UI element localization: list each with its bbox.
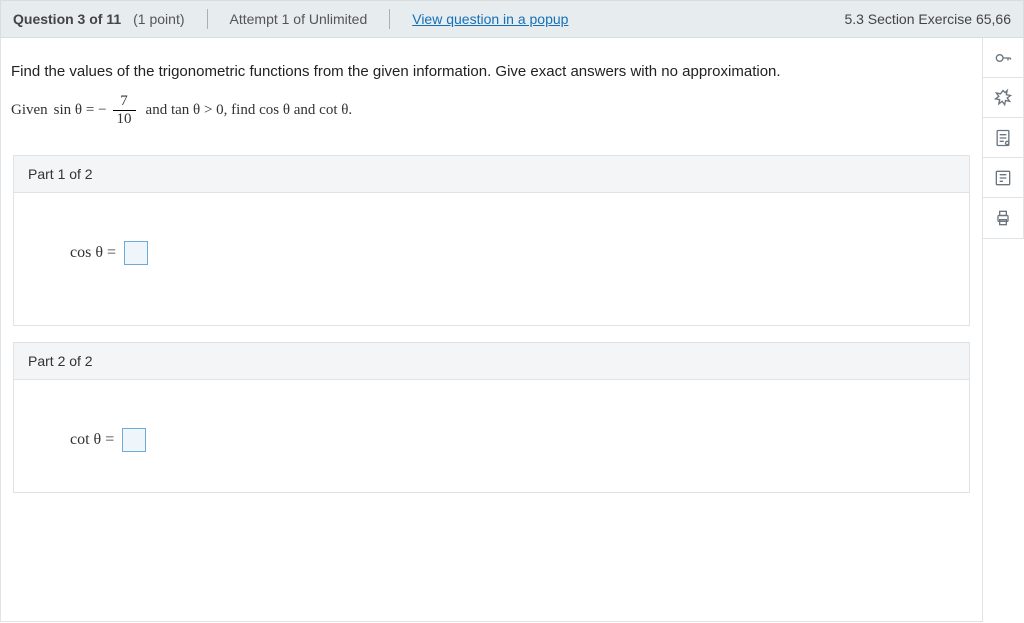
answer-input[interactable]	[124, 241, 148, 265]
divider	[389, 9, 390, 29]
print-icon	[993, 208, 1013, 228]
guided-icon	[993, 168, 1013, 188]
points-label: (1 point)	[133, 11, 184, 27]
answer-input[interactable]	[122, 428, 146, 452]
part-header: Part 1 of 2	[14, 156, 969, 193]
print-button[interactable]	[983, 198, 1023, 238]
main-panel: Find the values of the trigonometric fun…	[0, 38, 983, 622]
guided-solution-button[interactable]	[983, 158, 1023, 198]
hint-icon	[993, 88, 1013, 108]
notes-button[interactable]	[983, 118, 1023, 158]
given-prefix: Given	[11, 102, 48, 119]
problem-instruction: Find the values of the trigonometric fun…	[1, 38, 982, 90]
key-icon	[993, 48, 1013, 68]
divider	[207, 9, 208, 29]
part-box: Part 2 of 2 cot θ =	[13, 342, 970, 493]
part-header: Part 2 of 2	[14, 343, 969, 380]
fraction-denominator: 10	[113, 110, 136, 127]
key-button[interactable]	[983, 38, 1023, 78]
given-statement: Given sin θ = − 7 10 and tan θ > 0, find…	[1, 90, 982, 147]
section-reference-label: 5.3 Section Exercise 65,66	[844, 11, 1011, 27]
given-suffix: and tan θ > 0, find cos θ and cot θ.	[146, 102, 353, 119]
sin-label: sin θ = −	[54, 102, 107, 119]
question-header-bar: Question 3 of 11 (1 point) Attempt 1 of …	[0, 0, 1024, 38]
part-box: Part 1 of 2 cos θ =	[13, 155, 970, 326]
view-popup-link[interactable]: View question in a popup	[412, 11, 568, 27]
fraction-numerator: 7	[116, 94, 132, 110]
attempt-label: Attempt 1 of Unlimited	[230, 11, 368, 27]
answer-label: cos θ =	[70, 244, 116, 262]
fraction: 7 10	[113, 94, 136, 127]
hint-button[interactable]	[983, 78, 1023, 118]
answer-label: cot θ =	[70, 431, 114, 449]
question-number-label: Question 3 of 11	[13, 11, 121, 27]
notes-icon	[993, 128, 1013, 148]
side-toolbar	[983, 38, 1024, 239]
